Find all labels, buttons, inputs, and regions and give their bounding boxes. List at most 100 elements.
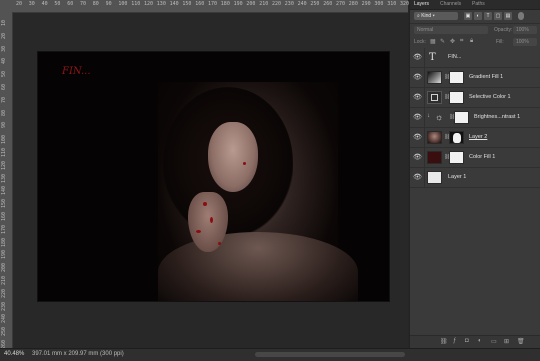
filter-kind-dropdown[interactable]: ⌕ Kind ▾ [414, 12, 458, 20]
fill-label: Fill: [496, 39, 504, 45]
layer-image-thumbnail[interactable] [427, 131, 442, 144]
type-layer-icon: T [429, 52, 436, 63]
gradient-fill-thumbnail[interactable] [427, 71, 442, 84]
ruler-tick-label: 210 [1, 276, 7, 286]
shape-filter-icon[interactable]: ▢ [494, 12, 502, 20]
ruler-tick-label: 60 [67, 1, 74, 7]
add-mask-icon[interactable]: ◘ [465, 338, 469, 344]
layer-mask-thumbnail[interactable] [449, 131, 464, 144]
document-text-fin[interactable]: FIN... [62, 66, 91, 77]
ruler-tick-label: 10 [1, 20, 7, 27]
layer-name[interactable]: Layer 1 [448, 174, 466, 180]
blood-splatter [210, 217, 213, 223]
lock-label: Lock: [414, 39, 426, 45]
adjustment-filter-icon[interactable]: ◐ [474, 12, 482, 20]
ruler-tick-label: 240 [297, 1, 307, 7]
zoom-level[interactable]: 40.48% [4, 351, 24, 357]
divider [424, 68, 425, 87]
ruler-tick-label: 190 [1, 250, 7, 260]
layer-name[interactable]: FIN... [448, 54, 461, 60]
layer-name[interactable]: Selective Color 1 [469, 94, 511, 100]
filter-toggle[interactable] [518, 12, 524, 20]
ruler-tick-label: 30 [28, 1, 35, 7]
visibility-eye-icon[interactable]: 👁︎ [413, 134, 422, 142]
layer-name[interactable]: Color Fill 1 [469, 154, 495, 160]
portrait-hand [188, 192, 228, 252]
ruler-tick-label: 190 [233, 1, 243, 7]
ruler-tick-label: 250 [310, 1, 320, 7]
ruler-tick-label: 200 [246, 1, 256, 7]
ruler-tick-label: 280 [348, 1, 358, 7]
layer-mask-thumbnail[interactable] [449, 91, 464, 104]
image-filter-icon[interactable]: ▣ [464, 12, 472, 20]
visibility-eye-icon[interactable]: 👁︎ [413, 54, 422, 62]
blood-splatter [203, 202, 207, 206]
ruler-tick-label: 120 [1, 160, 7, 170]
fill-field[interactable]: 100% [513, 38, 537, 46]
ruler-tick-label: 270 [336, 1, 346, 7]
layer-name[interactable]: Gradient Fill 1 [469, 74, 503, 80]
ruler-tick-label: 290 [361, 1, 371, 7]
ruler-tick-label: 240 [1, 314, 7, 324]
layer-image-thumbnail[interactable] [427, 171, 442, 184]
layers-panel: Layers Channels Paths ⌕ Kind ▾ ▣ ◐ T ▢ ▤… [409, 0, 540, 348]
ruler-tick-label: 300 [374, 1, 384, 7]
lock-artboard-icon[interactable]: ⌗ [460, 38, 463, 45]
layer-name[interactable]: Layer 2 [469, 134, 487, 140]
ruler-tick-label: 220 [1, 288, 7, 298]
horizontal-ruler[interactable]: 20 30 40 50 60 70 80 90 100 110 120 130 140 150 160 170… [0, 0, 409, 13]
selective-color-adjustment-icon[interactable] [427, 91, 442, 104]
new-adjustment-layer-icon[interactable]: ◐ [478, 338, 482, 344]
visibility-eye-icon[interactable]: 👁︎ [413, 174, 422, 182]
layer-list: 👁︎ T FIN... 👁︎ ⛓︎ Gradient Fill 1 👁︎ ⛓︎ … [410, 48, 540, 188]
delete-layer-icon[interactable]: 🗑︎ [517, 338, 525, 345]
type-filter-icon[interactable]: T [484, 12, 492, 20]
document-info[interactable]: 397.01 mm x 209.97 mm (300 ppi) [32, 351, 124, 357]
layer-row-selective-color[interactable]: 👁︎ ⛓︎ Selective Color 1 [410, 88, 540, 108]
visibility-eye-icon[interactable]: 👁︎ [413, 94, 422, 102]
layer-row-brightness-contrast[interactable]: 👁︎ ↓ ☼ ⛓︎ Brightnes...ntrast 1 [410, 108, 540, 128]
lock-row: Lock: ▦ ✎ ✥ ⌗ 🔒︎ Fill: 100% [410, 36, 540, 48]
visibility-eye-icon[interactable]: 👁︎ [413, 114, 422, 122]
tab-channels[interactable]: Channels [440, 1, 461, 7]
ruler-tick-label: 160 [1, 212, 7, 222]
ruler-tick-label: 310 [387, 1, 397, 7]
lock-position-icon[interactable]: ✥ [450, 38, 455, 45]
layer-mask-thumbnail[interactable] [449, 151, 464, 164]
color-fill-thumbnail[interactable] [427, 151, 442, 164]
document-canvas[interactable]: FIN... [38, 52, 389, 301]
layer-row-layer-2[interactable]: 👁︎ ⛓︎ Layer 2 [410, 128, 540, 148]
tab-layers[interactable]: Layers [414, 1, 429, 7]
lock-image-icon[interactable]: ✎ [440, 38, 445, 45]
opacity-field[interactable]: 100% [513, 26, 537, 34]
layer-row-text[interactable]: 👁︎ T FIN... [410, 48, 540, 68]
horizontal-scrollbar[interactable] [255, 352, 405, 357]
tab-paths[interactable]: Paths [472, 1, 485, 7]
layer-mask-thumbnail[interactable] [449, 71, 464, 84]
layer-style-icon[interactable]: ƒ [453, 338, 456, 344]
link-layers-icon[interactable]: ⛓︎ [440, 338, 448, 345]
new-group-icon[interactable]: ▭ [491, 338, 497, 345]
blood-splatter [243, 162, 246, 165]
lock-transparent-icon[interactable]: ▦ [430, 38, 436, 45]
visibility-eye-icon[interactable]: 👁︎ [413, 154, 422, 162]
smart-object-filter-icon[interactable]: ▤ [504, 12, 512, 20]
brightness-contrast-adjustment-icon[interactable]: ☼ [435, 112, 443, 122]
ruler-tick-label: 230 [1, 301, 7, 311]
divider [424, 48, 425, 67]
blend-row: Normal Opacity: 100% [410, 24, 540, 36]
layer-row-layer-1[interactable]: 👁︎ Layer 1 [410, 168, 540, 188]
ruler-tick-label: 130 [156, 1, 166, 7]
new-layer-icon[interactable]: ⊞ [504, 338, 509, 345]
layer-row-color-fill[interactable]: 👁︎ ⛓︎ Color Fill 1 [410, 148, 540, 168]
layer-name[interactable]: Brightnes...ntrast 1 [474, 114, 520, 120]
blend-mode-dropdown[interactable]: Normal [414, 26, 488, 34]
layer-row-gradient-fill[interactable]: 👁︎ ⛓︎ Gradient Fill 1 [410, 68, 540, 88]
divider [424, 128, 425, 147]
vertical-ruler[interactable]: 10 20 30 40 50 60 70 80 90 100 110 120 130 140 150 160 1… [0, 12, 13, 349]
layer-filter-row: ⌕ Kind ▾ ▣ ◐ T ▢ ▤ [410, 10, 540, 24]
layer-mask-thumbnail[interactable] [454, 111, 469, 124]
lock-all-icon[interactable]: 🔒︎ [470, 38, 473, 45]
visibility-eye-icon[interactable]: 👁︎ [413, 74, 422, 82]
opacity-label: Opacity: [494, 27, 513, 33]
